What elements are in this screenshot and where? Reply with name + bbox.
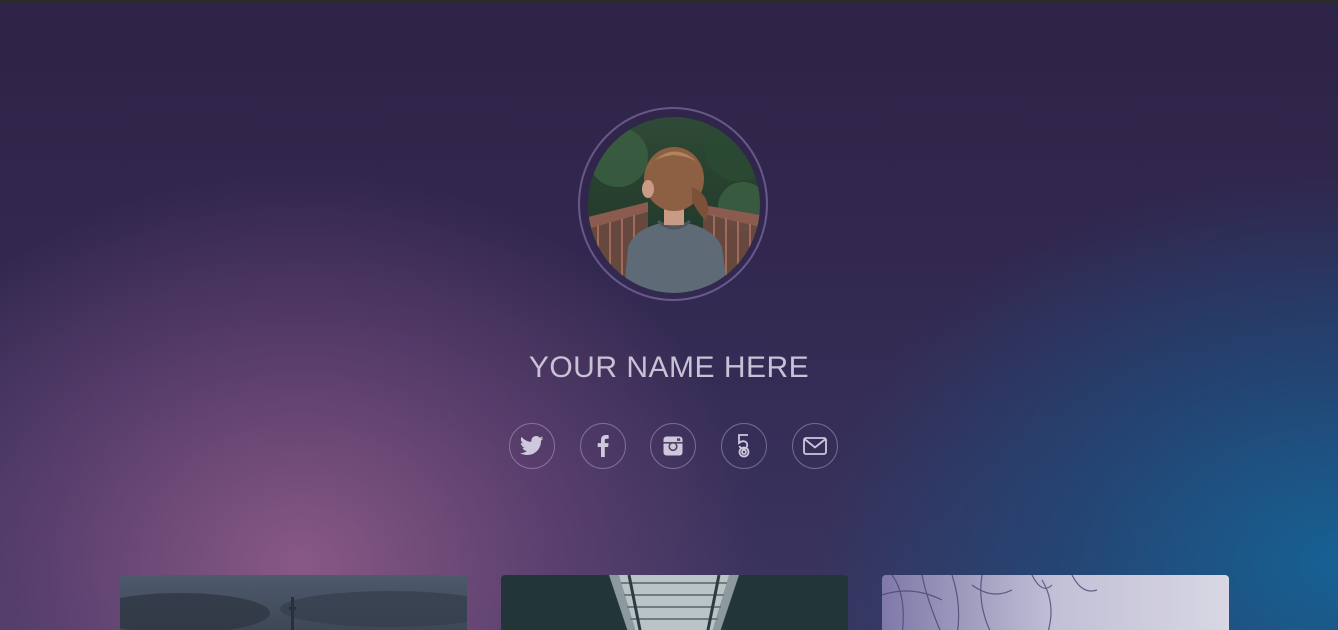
instagram-button[interactable] bbox=[650, 423, 696, 469]
avatar-photo bbox=[588, 117, 760, 293]
instagram-icon bbox=[663, 436, 683, 456]
gallery-image-tower bbox=[120, 575, 467, 630]
twitter-button[interactable] bbox=[509, 423, 555, 469]
500px-button[interactable] bbox=[721, 423, 767, 469]
gallery-card-1[interactable] bbox=[120, 575, 467, 630]
gallery-card-3[interactable] bbox=[882, 575, 1229, 630]
avatar bbox=[588, 117, 760, 293]
gallery-image-trees bbox=[882, 575, 1229, 630]
gallery-image-bridge bbox=[501, 575, 848, 630]
facebook-icon bbox=[597, 435, 609, 457]
500px-icon bbox=[738, 434, 750, 458]
mail-icon bbox=[803, 437, 827, 455]
gallery-card-2[interactable] bbox=[501, 575, 848, 630]
hero-background bbox=[0, 3, 1338, 630]
profile-name: YOUR NAME HERE bbox=[528, 351, 810, 384]
twitter-icon bbox=[520, 436, 544, 455]
facebook-button[interactable] bbox=[580, 423, 626, 469]
email-button[interactable] bbox=[792, 423, 838, 469]
